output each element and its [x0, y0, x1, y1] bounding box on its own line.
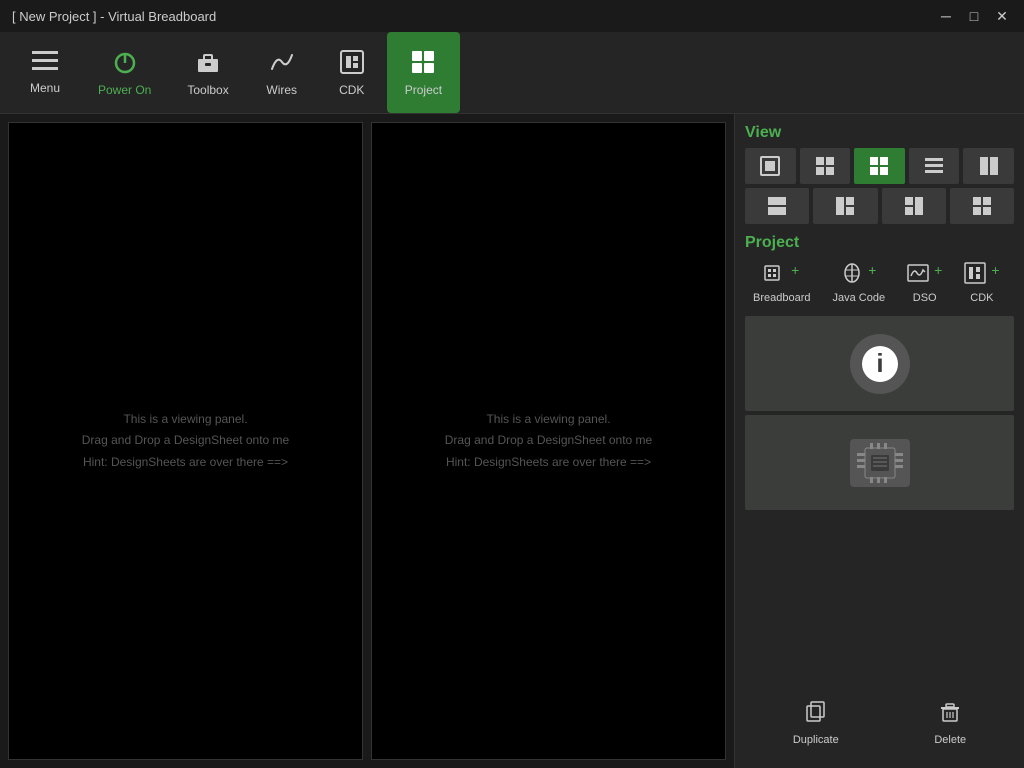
toolbar-power-on[interactable]: Power On — [80, 32, 169, 113]
right-view-panel[interactable]: This is a viewing panel. Drag and Drop a… — [371, 122, 726, 760]
project-cards: i — [745, 316, 1014, 510]
toolbox-icon — [195, 49, 221, 79]
sidebar-bottom: Duplicate Delete — [745, 688, 1014, 758]
view-btn-8[interactable] — [882, 188, 946, 224]
maximize-button[interactable]: □ — [964, 6, 984, 26]
add-dso-button[interactable]: + DSO — [899, 258, 950, 308]
titlebar-controls: ─ □ ✕ — [936, 6, 1012, 26]
main-area: This is a viewing panel. Drag and Drop a… — [0, 114, 1024, 768]
view-btn-1[interactable] — [745, 148, 796, 184]
project-section-title: Project — [745, 234, 1014, 252]
view-section-title: View — [745, 124, 1014, 142]
duplicate-button[interactable]: Duplicate — [781, 696, 851, 750]
add-java-code-button[interactable]: + Java Code — [825, 258, 894, 308]
toolbox-label: Toolbox — [187, 83, 228, 97]
view-btn-2[interactable] — [800, 148, 851, 184]
view-btn-9[interactable] — [950, 188, 1014, 224]
toolbar-wires[interactable]: Wires — [247, 32, 317, 113]
project-label: Project — [405, 83, 442, 97]
view-btn-6[interactable] — [745, 188, 809, 224]
duplicate-icon — [804, 700, 828, 730]
panels-area: This is a viewing panel. Drag and Drop a… — [0, 114, 734, 768]
menu-label: Menu — [30, 81, 60, 95]
minimize-button[interactable]: ─ — [936, 6, 956, 26]
view-grid-row1 — [745, 148, 1014, 184]
delete-label: Delete — [934, 734, 966, 746]
titlebar-title: [ New Project ] - Virtual Breadboard — [12, 9, 216, 24]
view-btn-4[interactable] — [909, 148, 960, 184]
dso-icon: + — [907, 262, 942, 289]
java-code-icon: + — [841, 262, 876, 289]
view-btn-3[interactable] — [854, 148, 905, 184]
duplicate-label: Duplicate — [793, 734, 839, 746]
project-card-chip[interactable] — [745, 415, 1014, 510]
titlebar: [ New Project ] - Virtual Breadboard ─ □… — [0, 0, 1024, 32]
view-grid-row2 — [745, 188, 1014, 224]
view-section: View — [745, 124, 1014, 224]
right-panel-hint: This is a viewing panel. Drag and Drop a… — [445, 409, 652, 474]
power-on-icon — [112, 49, 138, 79]
project-section: Project + Breadboard — [745, 234, 1014, 510]
sidebar: View — [734, 114, 1024, 768]
wires-label: Wires — [266, 83, 297, 97]
menu-icon — [32, 51, 58, 77]
close-button[interactable]: ✕ — [992, 6, 1012, 26]
power-on-label: Power On — [98, 83, 151, 97]
left-panel-hint: This is a viewing panel. Drag and Drop a… — [82, 409, 289, 474]
wires-icon — [269, 49, 295, 79]
add-cdk-button[interactable]: + CDK — [956, 258, 1007, 308]
toolbar-toolbox[interactable]: Toolbox — [169, 32, 246, 113]
cdk-add-icon: + — [964, 262, 999, 289]
toolbar-cdk[interactable]: CDK — [317, 32, 387, 113]
toolbar-project[interactable]: Project — [387, 32, 460, 113]
view-btn-5[interactable] — [963, 148, 1014, 184]
cdk-icon — [339, 49, 365, 79]
delete-icon — [938, 700, 962, 730]
project-card-info[interactable]: i — [745, 316, 1014, 411]
info-icon: i — [850, 334, 910, 394]
toolbar-menu[interactable]: Menu — [10, 32, 80, 113]
toolbar: Menu Power On Toolbox Wires — [0, 32, 1024, 114]
breadboard-icon: + — [764, 262, 799, 289]
chip-icon — [850, 439, 910, 487]
add-breadboard-button[interactable]: + Breadboard — [745, 258, 819, 308]
svg-text:i: i — [876, 348, 883, 378]
view-btn-7[interactable] — [813, 188, 877, 224]
project-icon — [410, 49, 436, 79]
project-actions: + Breadboard + Java Code — [745, 258, 1014, 308]
delete-button[interactable]: Delete — [922, 696, 978, 750]
left-view-panel[interactable]: This is a viewing panel. Drag and Drop a… — [8, 122, 363, 760]
cdk-label: CDK — [339, 83, 364, 97]
